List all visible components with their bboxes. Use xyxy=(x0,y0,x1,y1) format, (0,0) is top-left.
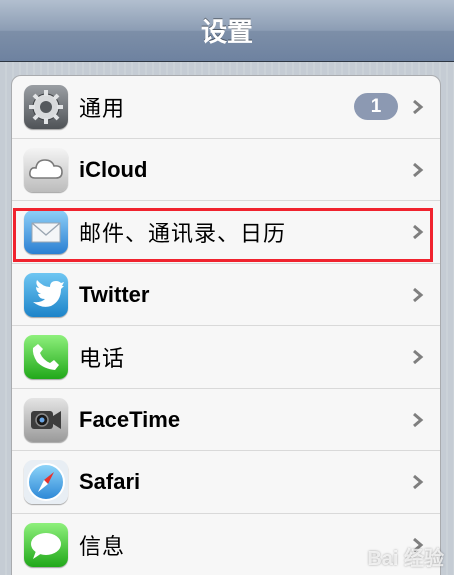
settings-row-twitter[interactable]: Twitter xyxy=(12,264,440,326)
settings-row-label: 电话 xyxy=(79,346,126,371)
twitter-bird-icon xyxy=(24,272,68,317)
settings-row-label: 邮件、通讯录、日历 xyxy=(79,221,287,246)
settings-row-label: Safari xyxy=(79,469,141,494)
phone-icon xyxy=(24,335,68,379)
settings-row-label: Twitter xyxy=(79,281,150,307)
settings-row-safari[interactable]: Safari xyxy=(12,451,440,514)
video-camera-icon xyxy=(24,397,68,442)
settings-row-mail-contacts-calendars[interactable]: 邮件、通讯录、日历 xyxy=(12,201,440,264)
cloud-icon xyxy=(24,147,68,192)
chevron-right-icon xyxy=(413,412,424,427)
settings-row-icloud[interactable]: iCloud xyxy=(12,139,440,201)
settings-row-facetime[interactable]: FaceTime xyxy=(12,389,440,451)
chevron-right-icon xyxy=(413,99,424,115)
settings-row-label: iCloud xyxy=(79,156,148,182)
compass-icon xyxy=(24,460,68,504)
settings-row-phone[interactable]: 电话 xyxy=(12,326,440,389)
mail-icon xyxy=(24,210,68,254)
chevron-right-icon xyxy=(413,162,424,177)
chevron-right-icon xyxy=(413,474,424,490)
settings-row-label: 通用 xyxy=(79,96,126,121)
settings-row-general[interactable]: 通用 1 xyxy=(12,76,440,139)
gear-icon xyxy=(24,85,68,129)
navigation-bar: 设置 xyxy=(0,0,454,62)
chevron-right-icon xyxy=(413,224,424,240)
settings-list: 通用 1 iCloud 邮件、通讯录、日历 Twitter 电话 FaceTim… xyxy=(11,75,441,575)
speech-bubble-icon xyxy=(24,522,68,567)
chevron-right-icon xyxy=(413,287,424,302)
settings-row-label: 信息 xyxy=(79,533,126,559)
watermark: Bai 经验 xyxy=(367,548,444,570)
page-title: 设置 xyxy=(200,17,253,47)
notification-badge: 1 xyxy=(354,93,398,120)
chevron-right-icon xyxy=(413,349,424,365)
settings-row-label: FaceTime xyxy=(79,406,181,432)
